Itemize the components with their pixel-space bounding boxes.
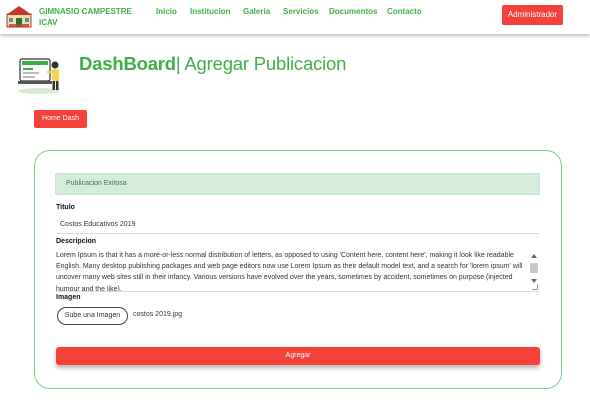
brand-name[interactable]: GIMNASIO CAMPESTRE ICAV (39, 6, 149, 28)
success-alert: Publicacion Exitosa (55, 173, 540, 195)
school-logo-icon[interactable] (6, 5, 32, 29)
resize-grip-icon[interactable] (532, 284, 538, 290)
agregar-button[interactable]: Agregar (56, 347, 540, 365)
file-name: costos 2019.jpg (133, 311, 183, 318)
nav-link-inicio[interactable]: Inicio (156, 7, 177, 16)
nav-link-institucion[interactable]: Institucion (190, 7, 230, 16)
imagen-label: Imagen (56, 294, 81, 301)
titulo-input[interactable]: Costos Educativos 2019 (56, 221, 540, 234)
scroll-down-icon[interactable] (531, 279, 537, 283)
nav-link-documentos[interactable]: Documentos (329, 7, 377, 16)
title-dashboard: DashBoard (79, 53, 176, 74)
titulo-label: Titulo (56, 204, 75, 211)
title-agregar-publicacion: Agregar Publicacion (180, 53, 347, 74)
page-title: DashBoard| Agregar Publicacion (79, 53, 346, 75)
upload-image-button[interactable]: Sube una Imagen (57, 307, 128, 325)
home-dash-button[interactable]: Home Dash (34, 110, 87, 128)
dashboard-illustration-icon (18, 58, 60, 94)
textarea-scrollbar[interactable] (529, 251, 539, 291)
descripcion-textarea[interactable]: Lorem Ipsum is that it has a more-or-les… (56, 250, 540, 292)
administrador-button[interactable]: Administrador (502, 5, 563, 25)
scroll-up-icon[interactable] (531, 254, 537, 258)
navbar: GIMNASIO CAMPESTRE ICAV Inicio Instituci… (0, 0, 590, 34)
nav-link-galeria[interactable]: Galeria (243, 7, 270, 16)
descripcion-label: Descripcion (56, 238, 97, 245)
scroll-thumb[interactable] (530, 263, 538, 273)
nav-link-servicios[interactable]: Servicios (283, 7, 319, 16)
nav-link-contacto[interactable]: Contacto (387, 7, 422, 16)
